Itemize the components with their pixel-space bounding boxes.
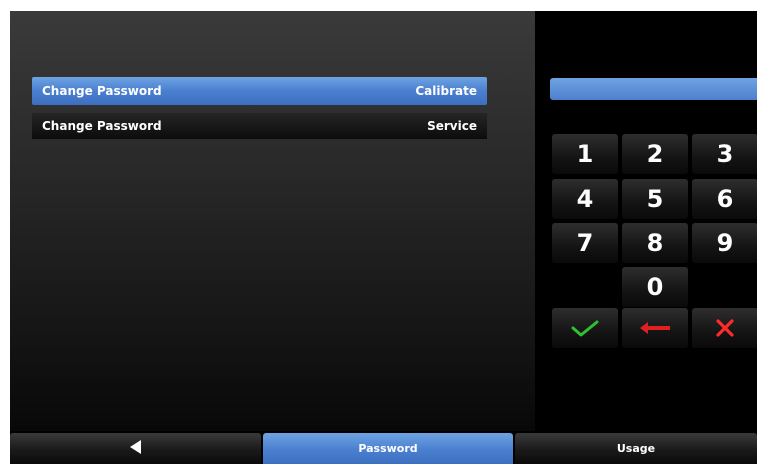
key-2[interactable]: 2 — [622, 134, 688, 174]
cancel-button[interactable] — [692, 308, 757, 348]
key-6[interactable]: 6 — [692, 179, 757, 219]
tab-usage[interactable]: Usage — [515, 433, 757, 464]
row-label: Change Password — [42, 119, 162, 133]
tab-usage-label: Usage — [616, 442, 656, 455]
bottom-nav-bar: Password Usage — [10, 431, 757, 464]
tab-password[interactable]: Password — [263, 433, 513, 464]
x-icon — [715, 318, 735, 338]
menu-panel: Change Password Calibrate Change Passwor… — [10, 11, 535, 431]
key-8[interactable]: 8 — [622, 223, 688, 263]
checkmark-icon — [570, 319, 600, 337]
back-tab[interactable] — [10, 433, 261, 464]
left-arrow-icon — [638, 321, 672, 335]
row-value: Calibrate — [415, 84, 477, 98]
password-entry-field[interactable] — [550, 78, 757, 100]
tab-password-label: Password — [358, 442, 418, 455]
key-4[interactable]: 4 — [552, 179, 618, 219]
row-value: Service — [427, 119, 477, 133]
key-0[interactable]: 0 — [622, 267, 688, 307]
key-3[interactable]: 3 — [692, 134, 757, 174]
keypad-panel: 1 2 3 4 5 6 7 8 9 0 — [535, 11, 757, 431]
key-1[interactable]: 1 — [552, 134, 618, 174]
key-5[interactable]: 5 — [622, 179, 688, 219]
back-arrow-icon — [129, 440, 142, 457]
change-password-service-row[interactable]: Change Password Service — [32, 113, 487, 139]
device-screen: Change Password Calibrate Change Passwor… — [10, 11, 757, 464]
key-9[interactable]: 9 — [692, 223, 757, 263]
backspace-button[interactable] — [622, 308, 688, 348]
row-label: Change Password — [42, 84, 162, 98]
key-7[interactable]: 7 — [552, 223, 618, 263]
enter-button[interactable] — [552, 308, 618, 348]
change-password-calibrate-row[interactable]: Change Password Calibrate — [32, 77, 487, 105]
